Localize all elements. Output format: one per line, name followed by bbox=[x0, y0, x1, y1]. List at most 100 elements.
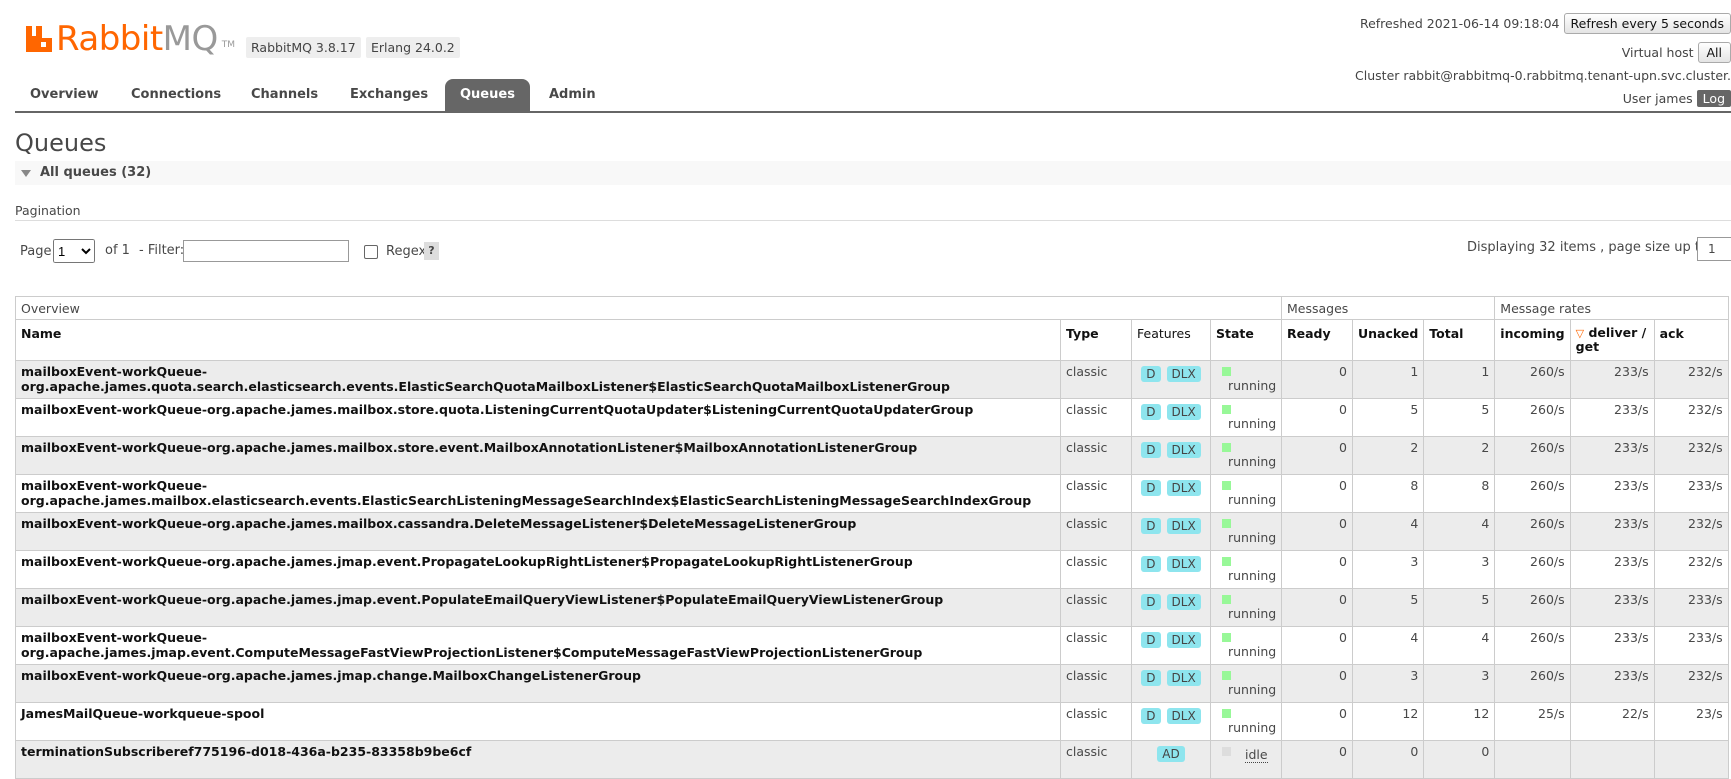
feature-badge-d: D bbox=[1141, 632, 1160, 648]
state-indicator-icon bbox=[1222, 709, 1231, 718]
queue-state: running bbox=[1211, 665, 1282, 703]
feature-badge-d: D bbox=[1141, 366, 1160, 382]
tab-connections[interactable]: Connections bbox=[116, 79, 236, 111]
state-indicator-icon bbox=[1222, 595, 1231, 604]
state-indicator-icon bbox=[1222, 633, 1231, 642]
rate-deliver-get: 233/s bbox=[1570, 589, 1654, 627]
queue-name-link[interactable]: mailboxEvent-workQueue-org.apache.james.… bbox=[16, 399, 1061, 437]
page-of-label: of 1 bbox=[105, 243, 130, 258]
queue-features: D DLX bbox=[1132, 551, 1211, 589]
column-header-type[interactable]: Type bbox=[1061, 320, 1132, 361]
all-queues-section-toggle[interactable]: All queues (32) bbox=[15, 161, 1731, 185]
queue-type: classic bbox=[1061, 741, 1132, 779]
virtual-host-label: Virtual host bbox=[1622, 45, 1694, 60]
state-indicator-icon bbox=[1222, 519, 1231, 528]
queue-name-link[interactable]: mailboxEvent-workQueue-org.apache.james.… bbox=[16, 361, 1061, 399]
tab-overview[interactable]: Overview bbox=[15, 79, 114, 111]
state-label: running bbox=[1228, 644, 1276, 659]
rabbitmq-logo[interactable]: RabbitMQ TM bbox=[26, 18, 235, 58]
queue-features: D DLX bbox=[1132, 437, 1211, 475]
state-indicator-icon bbox=[1222, 443, 1231, 452]
virtual-host-select[interactable]: All bbox=[1698, 42, 1731, 63]
queues-table: Overview Messages Message rates Name Typ… bbox=[15, 296, 1729, 779]
regex-help-button[interactable]: ? bbox=[424, 242, 439, 260]
tab-channels[interactable]: Channels bbox=[236, 79, 333, 111]
messages-unacked: 5 bbox=[1353, 399, 1424, 437]
table-row: mailboxEvent-workQueue-org.apache.james.… bbox=[16, 361, 1729, 399]
feature-badge-dlx: DLX bbox=[1167, 404, 1201, 420]
rate-incoming: 260/s bbox=[1495, 513, 1570, 551]
queue-name-link[interactable]: mailboxEvent-workQueue-org.apache.james.… bbox=[16, 475, 1061, 513]
all-queues-label: All queues (32) bbox=[40, 165, 151, 180]
state-label: running bbox=[1228, 454, 1276, 469]
queue-state: idle bbox=[1211, 741, 1282, 779]
messages-ready: 0 bbox=[1282, 589, 1353, 627]
queue-type: classic bbox=[1061, 475, 1132, 513]
rate-incoming: 260/s bbox=[1495, 551, 1570, 589]
queue-features: D DLX bbox=[1132, 513, 1211, 551]
messages-ready: 0 bbox=[1282, 475, 1353, 513]
queue-name-link[interactable]: mailboxEvent-workQueue-org.apache.james.… bbox=[16, 437, 1061, 475]
messages-total: 0 bbox=[1424, 741, 1495, 779]
queue-name-link[interactable]: mailboxEvent-workQueue-org.apache.james.… bbox=[16, 665, 1061, 703]
column-header-unacked[interactable]: Unacked bbox=[1353, 320, 1424, 361]
state-indicator-icon bbox=[1222, 405, 1231, 414]
rate-ack: 232/s bbox=[1654, 665, 1728, 703]
tab-queues[interactable]: Queues bbox=[445, 79, 530, 111]
rate-deliver-get: 233/s bbox=[1570, 551, 1654, 589]
queue-name-link[interactable]: mailboxEvent-workQueue-org.apache.james.… bbox=[16, 589, 1061, 627]
messages-ready: 0 bbox=[1282, 551, 1353, 589]
rate-ack: 232/s bbox=[1654, 551, 1728, 589]
messages-total: 5 bbox=[1424, 399, 1495, 437]
table-row: mailboxEvent-workQueue-org.apache.james.… bbox=[16, 665, 1729, 703]
tab-exchanges[interactable]: Exchanges bbox=[335, 79, 443, 111]
page-select[interactable]: 1 bbox=[53, 239, 95, 263]
state-label: running bbox=[1228, 720, 1276, 735]
table-row: mailboxEvent-workQueue-org.apache.james.… bbox=[16, 551, 1729, 589]
rate-incoming: 260/s bbox=[1495, 475, 1570, 513]
filter-label: - Filter: bbox=[139, 243, 184, 258]
table-row: mailboxEvent-workQueue-org.apache.james.… bbox=[16, 627, 1729, 665]
messages-ready: 0 bbox=[1282, 399, 1353, 437]
feature-badge-d: D bbox=[1141, 556, 1160, 572]
rate-deliver-get: 233/s bbox=[1570, 437, 1654, 475]
page-size-input[interactable]: 1 bbox=[1697, 237, 1731, 261]
tab-admin[interactable]: Admin bbox=[534, 79, 611, 111]
queue-name-link[interactable]: mailboxEvent-workQueue-org.apache.james.… bbox=[16, 513, 1061, 551]
messages-total: 3 bbox=[1424, 551, 1495, 589]
queue-type: classic bbox=[1061, 361, 1132, 399]
queue-name-link[interactable]: terminationSubscriberef775196-d018-436a-… bbox=[16, 741, 1061, 779]
feature-badge-dlx: DLX bbox=[1167, 670, 1201, 686]
column-header-ack[interactable]: ack bbox=[1654, 320, 1728, 361]
collapse-triangle-icon bbox=[21, 170, 31, 177]
rate-incoming: 260/s bbox=[1495, 399, 1570, 437]
rabbitmq-version-badge: RabbitMQ 3.8.17 bbox=[246, 37, 361, 58]
column-header-state[interactable]: State bbox=[1211, 320, 1282, 361]
queue-state: running bbox=[1211, 551, 1282, 589]
column-header-total[interactable]: Total bbox=[1424, 320, 1495, 361]
feature-badge-d: D bbox=[1141, 480, 1160, 496]
queue-features: D DLX bbox=[1132, 665, 1211, 703]
feature-badge-dlx: DLX bbox=[1167, 556, 1201, 572]
messages-total: 3 bbox=[1424, 665, 1495, 703]
column-header-incoming[interactable]: incoming bbox=[1495, 320, 1570, 361]
regex-checkbox[interactable] bbox=[364, 245, 378, 259]
rate-deliver-get bbox=[1570, 741, 1654, 779]
column-header-ready[interactable]: Ready bbox=[1282, 320, 1353, 361]
queue-features: D DLX bbox=[1132, 361, 1211, 399]
messages-total: 8 bbox=[1424, 475, 1495, 513]
rate-ack: 232/s bbox=[1654, 513, 1728, 551]
queue-name-link[interactable]: mailboxEvent-workQueue-org.apache.james.… bbox=[16, 551, 1061, 589]
rabbitmq-logo-icon bbox=[26, 24, 54, 52]
state-indicator-icon bbox=[1222, 671, 1231, 680]
rate-deliver-get: 233/s bbox=[1570, 475, 1654, 513]
queue-features: D DLX bbox=[1132, 627, 1211, 665]
filter-input[interactable] bbox=[183, 240, 349, 262]
column-header-deliver-get[interactable]: ▽ deliver / get bbox=[1570, 320, 1654, 361]
queue-state: running bbox=[1211, 589, 1282, 627]
rate-ack: 233/s bbox=[1654, 475, 1728, 513]
refresh-interval-select[interactable]: Refresh every 5 seconds bbox=[1564, 13, 1731, 34]
queue-name-link[interactable]: mailboxEvent-workQueue-org.apache.james.… bbox=[16, 627, 1061, 665]
column-header-features[interactable]: Features bbox=[1132, 320, 1211, 361]
column-header-name[interactable]: Name bbox=[16, 320, 1061, 361]
